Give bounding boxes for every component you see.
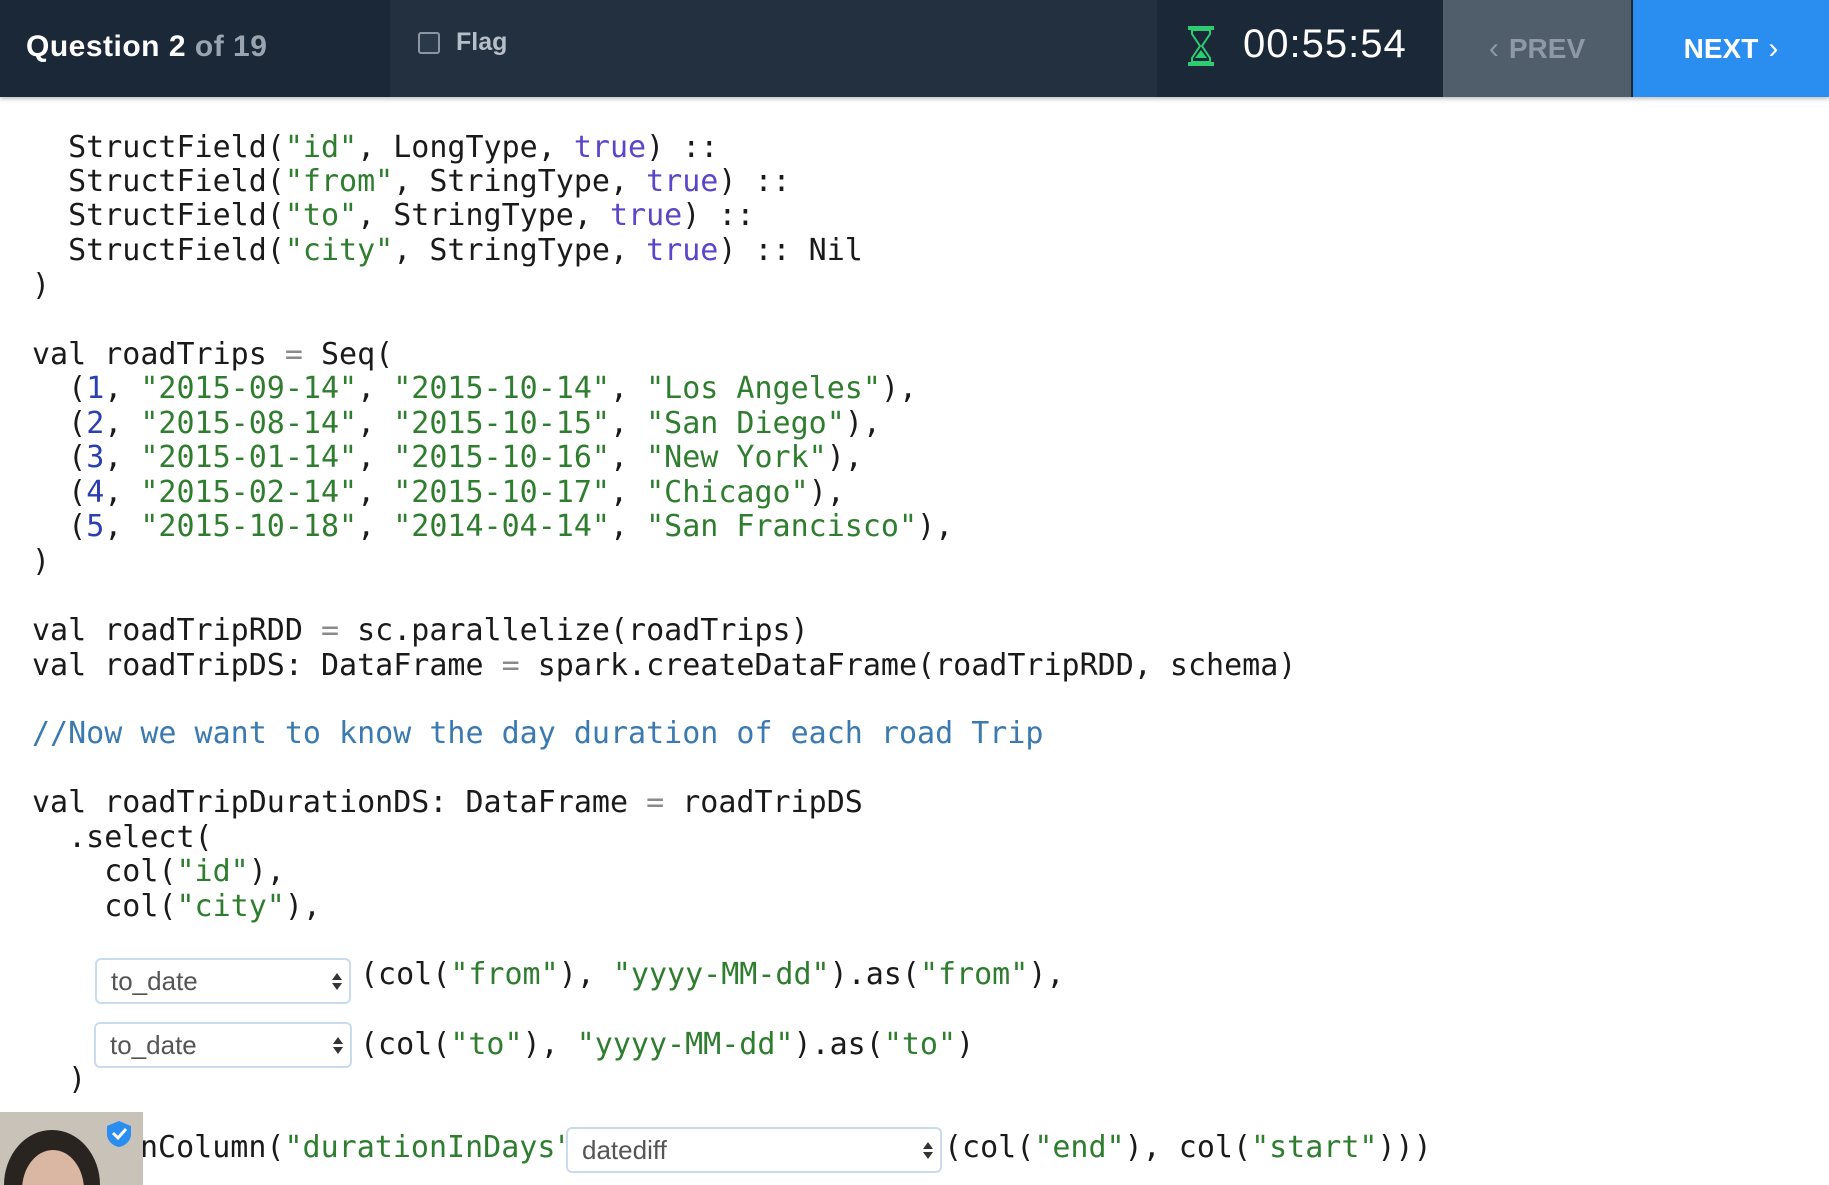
code-line: ) [32,544,51,579]
select-arrows-icon [332,1030,344,1060]
select-value: to_date [110,1030,197,1060]
code-line: StructField("id", LongType, true) :: [32,130,719,165]
chevron-right-icon: › [1768,31,1779,65]
question-number: Question 2 [26,30,187,63]
code-line: nColumn("durationInDays", [140,1130,592,1165]
next-button[interactable]: NEXT › [1633,0,1829,97]
code-line: val roadTripDurationDS: DataFrame = road… [32,785,863,820]
countdown-timer: 00:55:54 [1243,22,1407,66]
code-line: .select( [32,820,213,855]
code-line: (4, "2015-02-14", "2015-10-17", "Chicago… [32,475,845,510]
code-line: (col("end"), col("start"))) [944,1130,1432,1165]
select-arrows-icon [331,966,343,996]
code-line: val roadTripRDD = sc.parallelize(roadTri… [32,613,809,648]
question-counter: Question 2 of 19 [26,0,267,97]
code-line: val roadTripDS: DataFrame = spark.create… [32,648,1297,683]
code-line: ) [32,1062,87,1097]
code-line: (1, "2015-09-14", "2015-10-14", "Los Ang… [32,371,918,406]
code-line: col("city"), [32,889,321,924]
code-line: StructField("from", StringType, true) :: [32,164,791,199]
function-select-duration[interactable]: datediff [566,1127,942,1173]
flag-area: Flag [390,0,1157,97]
select-value: datediff [582,1135,667,1165]
code-line: ) [32,268,51,303]
chevron-left-icon: ‹ [1488,31,1499,65]
question-total: of 19 [194,30,268,63]
prev-button[interactable]: ‹ PREV [1443,0,1631,97]
code-line: (5, "2015-10-18", "2014-04-14", "San Fra… [32,509,954,544]
next-label: NEXT [1683,32,1759,64]
select-value: to_date [111,966,198,996]
hourglass-icon [1188,26,1214,66]
code-line: (col("to"), "yyyy-MM-dd").as("to") [360,1027,975,1062]
code-comment: //Now we want to know the day duration o… [32,716,1044,751]
select-arrows-icon [922,1135,934,1165]
code-line: (2, "2015-08-14", "2015-10-15", "San Die… [32,406,881,441]
code-line: StructField("to", StringType, true) :: [32,198,755,233]
code-line: val roadTrips = Seq( [32,337,394,372]
code-line: (3, "2015-01-14", "2015-10-16", "New Yor… [32,440,863,475]
verified-badge-icon [107,1121,131,1147]
code-line: (col("from"), "yyyy-MM-dd").as("from"), [360,957,1065,992]
flag-checkbox[interactable] [418,32,440,54]
flag-label[interactable]: Flag [456,28,507,57]
code-line: col("id"), [32,854,285,889]
top-bar: Question 2 of 19 Flag 00:55:54 ‹ PREV NE… [0,0,1829,97]
code-line: StructField("city", StringType, true) ::… [32,233,863,268]
function-select-to[interactable]: to_date [94,1022,352,1068]
function-select-from[interactable]: to_date [95,958,351,1004]
prev-label: PREV [1508,32,1586,64]
